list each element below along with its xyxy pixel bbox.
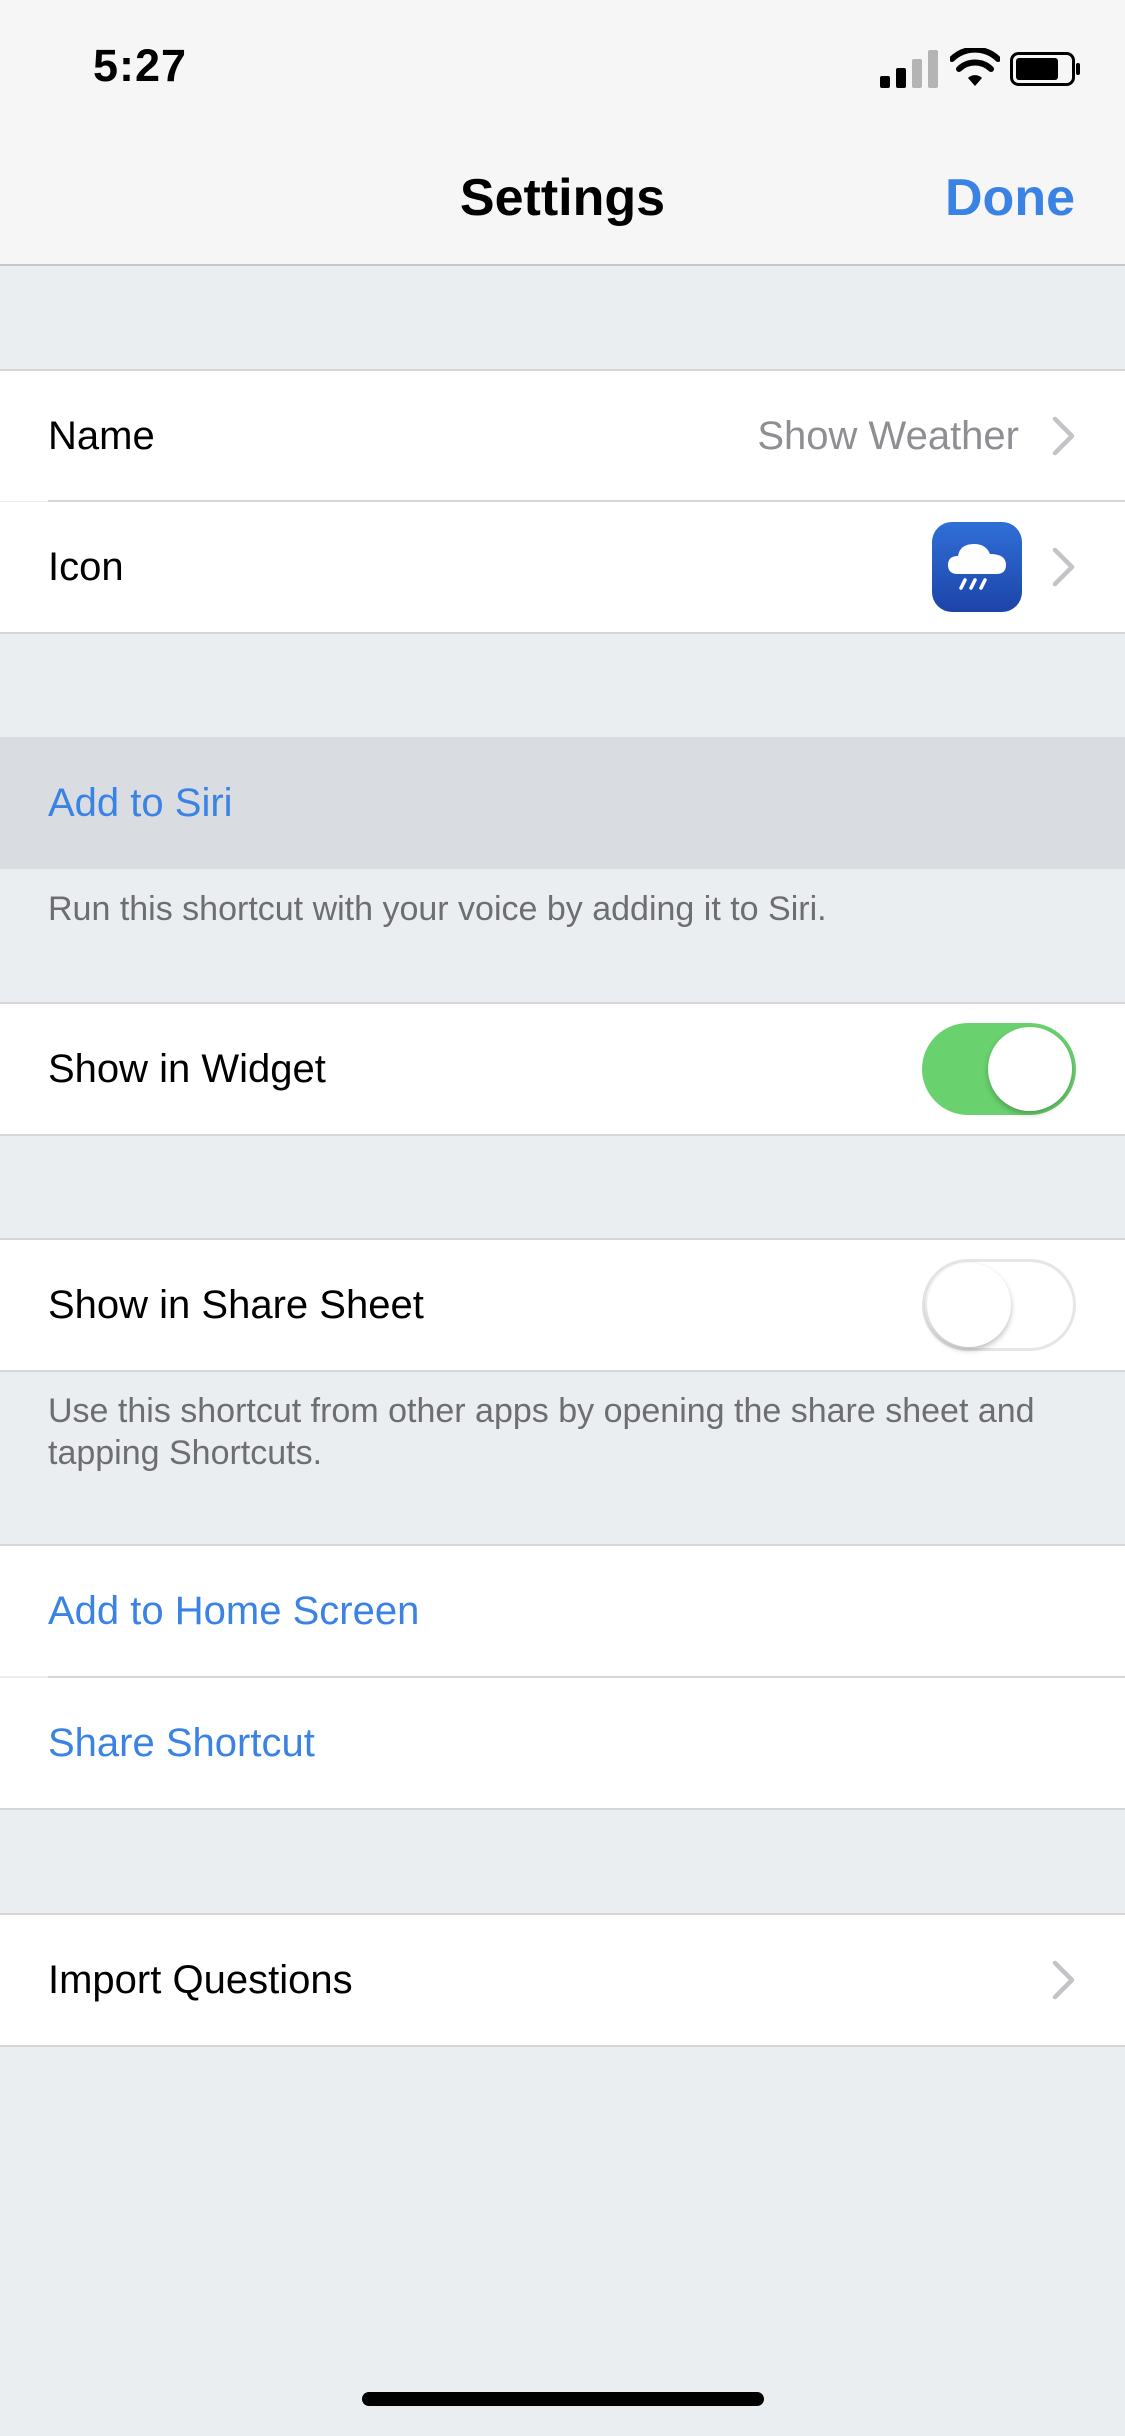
status-time: 5:27: [93, 40, 188, 91]
import-questions-row[interactable]: Import Questions: [0, 1915, 1125, 2045]
cellular-signal-icon: [880, 50, 938, 88]
share-shortcut-label: Share Shortcut: [48, 1721, 315, 1765]
battery-icon: [1010, 52, 1080, 86]
home-indicator[interactable]: [362, 2392, 764, 2406]
chevron-right-icon: [1052, 1960, 1075, 2000]
chevron-right-icon: [1052, 547, 1075, 587]
show-in-widget-label: Show in Widget: [48, 1047, 326, 1091]
divider: [0, 632, 1125, 634]
rain-cloud-icon: [932, 522, 1022, 612]
toggle-knob: [988, 1027, 1072, 1111]
navigation-bar: Settings Done: [0, 130, 1125, 266]
show-in-share-sheet-toggle[interactable]: [922, 1259, 1076, 1351]
add-to-home-screen-label: Add to Home Screen: [48, 1589, 420, 1633]
chevron-right-icon: [1052, 416, 1075, 456]
show-in-widget-toggle[interactable]: [922, 1023, 1076, 1115]
wifi-icon: [950, 48, 1000, 86]
divider: [0, 2045, 1125, 2047]
name-row[interactable]: Name Show Weather: [0, 371, 1125, 501]
done-button[interactable]: Done: [945, 168, 1075, 228]
add-to-siri-button[interactable]: Add to Siri: [0, 737, 1125, 869]
name-label: Name: [48, 414, 155, 458]
status-bar: 5:27: [0, 0, 1125, 130]
add-to-siri-footer: Run this shortcut with your voice by add…: [48, 890, 827, 928]
divider: [0, 1134, 1125, 1136]
show-in-share-sheet-row: Show in Share Sheet: [0, 1240, 1125, 1370]
divider: [0, 1808, 1125, 1810]
toggle-knob: [927, 1263, 1011, 1347]
import-questions-label: Import Questions: [48, 1958, 353, 2002]
name-value: Show Weather: [757, 414, 1019, 458]
icon-row[interactable]: Icon: [0, 502, 1125, 632]
add-to-home-screen-button[interactable]: Add to Home Screen: [0, 1546, 1125, 1676]
divider: [0, 1370, 1125, 1372]
show-in-widget-row: Show in Widget: [0, 1004, 1125, 1134]
add-to-siri-label: Add to Siri: [48, 781, 233, 825]
show-in-share-sheet-label: Show in Share Sheet: [48, 1283, 424, 1327]
share-sheet-footer: Use this shortcut from other apps by ope…: [48, 1392, 1035, 1472]
share-shortcut-button[interactable]: Share Shortcut: [0, 1678, 1125, 1808]
icon-label: Icon: [48, 545, 124, 589]
